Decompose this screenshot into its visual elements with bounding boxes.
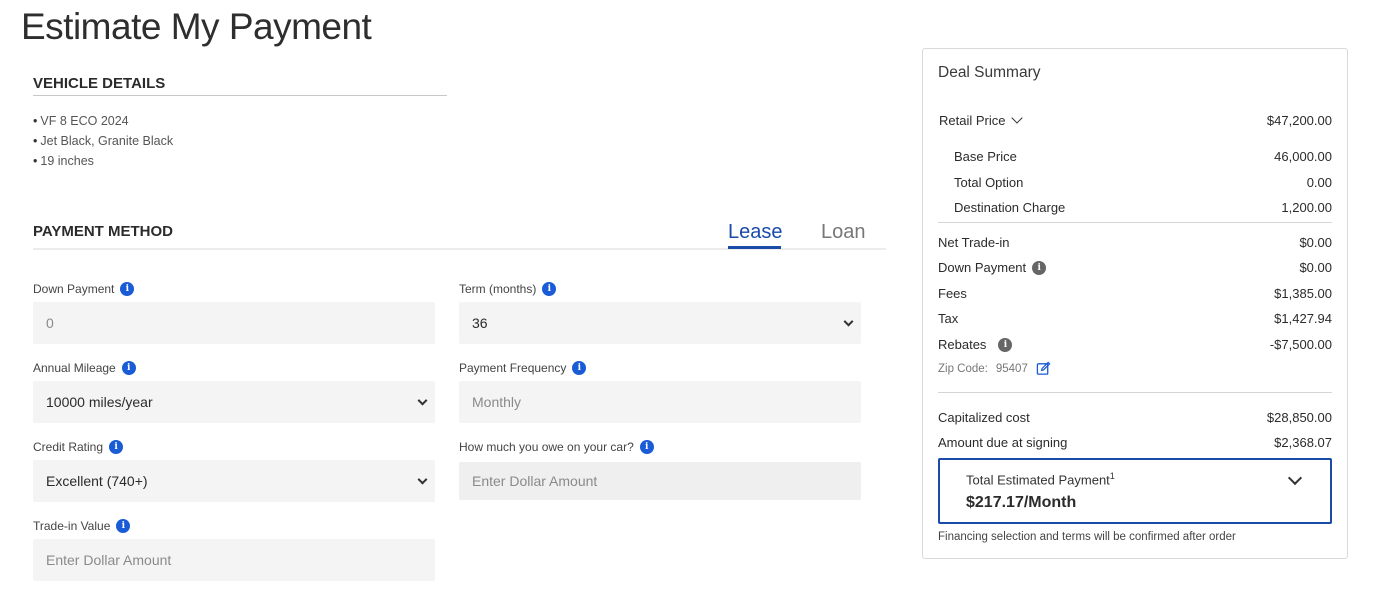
- vehicle-details-heading: VEHICLE DETAILS: [33, 75, 166, 92]
- chevron-down-icon: [417, 395, 428, 406]
- active-tab-indicator: [728, 246, 781, 249]
- deal-summary-card: Deal Summary Retail Price $47,200.00 Bas…: [922, 48, 1348, 559]
- rebates-row: Rebates i -$7,500.00: [938, 337, 1332, 352]
- chevron-down-icon[interactable]: [1011, 112, 1024, 124]
- total-payment-box[interactable]: Total Estimated Payment1 $217.17/Month: [938, 458, 1332, 524]
- rebates-label: Rebates: [938, 337, 987, 352]
- down-payment-input[interactable]: 0: [33, 302, 435, 344]
- info-icon[interactable]: i: [572, 361, 587, 375]
- down-payment-summary-label: Down Payment: [938, 260, 1027, 275]
- info-icon[interactable]: i: [116, 519, 131, 533]
- financing-footnote: Financing selection and terms will be co…: [938, 531, 1236, 543]
- tax-value: $1,427.94: [1274, 311, 1332, 326]
- tab-loan[interactable]: Loan: [821, 221, 866, 244]
- trade-in-label-text: Trade-in Value: [33, 519, 111, 533]
- payment-frequency-field: Monthly: [459, 381, 861, 423]
- deal-summary-title: Deal Summary: [938, 64, 1041, 81]
- fees-row: Fees $1,385.00: [938, 286, 1332, 301]
- info-icon[interactable]: i: [639, 440, 654, 454]
- info-icon[interactable]: i: [109, 440, 124, 454]
- edit-icon[interactable]: [1036, 361, 1051, 376]
- payment-frequency-label: Payment Frequency i: [459, 361, 587, 375]
- net-trade-in-row: Net Trade-in $0.00: [938, 235, 1332, 250]
- credit-rating-label: Credit Rating i: [33, 440, 124, 454]
- fees-value: $1,385.00: [1274, 286, 1332, 301]
- destination-charge-value: 1,200.00: [1281, 200, 1332, 215]
- credit-rating-select[interactable]: Excellent (740+): [33, 460, 435, 502]
- down-payment-label-text: Down Payment: [33, 282, 115, 296]
- owe-on-car-input[interactable]: Enter Dollar Amount: [459, 462, 861, 500]
- total-payment-value: $217.17/Month: [966, 494, 1077, 511]
- info-icon[interactable]: i: [542, 282, 557, 296]
- vehicle-model: VF 8 ECO 2024: [33, 111, 173, 131]
- total-option-label: Total Option: [954, 175, 1024, 190]
- info-icon[interactable]: i: [121, 361, 136, 375]
- term-label-text: Term (months): [459, 282, 537, 296]
- summary-divider: [938, 222, 1332, 223]
- info-icon[interactable]: i: [1032, 260, 1047, 275]
- owe-on-car-label-text: How much you owe on your car?: [459, 440, 634, 454]
- capitalized-cost-value: $28,850.00: [1266, 410, 1332, 425]
- total-payment-label-text: Total Estimated Payment: [966, 472, 1110, 488]
- info-icon[interactable]: i: [998, 337, 1013, 352]
- capitalized-cost-row: Capitalized cost $28,850.00: [938, 410, 1332, 425]
- annual-mileage-select[interactable]: 10000 miles/year: [33, 381, 435, 423]
- retail-price-row[interactable]: Retail Price $47,200.00: [938, 112, 1332, 128]
- destination-charge-label: Destination Charge: [954, 200, 1066, 215]
- chevron-down-icon: [417, 474, 428, 485]
- zip-code-row: Zip Code: 95407: [938, 361, 1051, 376]
- fees-label: Fees: [938, 286, 967, 301]
- payment-method-heading: PAYMENT METHOD: [33, 223, 174, 240]
- total-option-value: 0.00: [1306, 175, 1332, 190]
- owe-on-car-label: How much you owe on your car? i: [459, 440, 654, 454]
- destination-charge-row: Destination Charge 1,200.00: [938, 200, 1332, 215]
- annual-mileage-label-text: Annual Mileage: [33, 361, 116, 375]
- total-payment-label: Total Estimated Payment1: [966, 471, 1115, 487]
- term-label: Term (months) i: [459, 282, 557, 296]
- base-price-label: Base Price: [954, 149, 1017, 164]
- tax-row: Tax $1,427.94: [938, 311, 1332, 326]
- tax-label: Tax: [938, 311, 959, 326]
- net-trade-in-label: Net Trade-in: [938, 235, 1010, 250]
- total-option-row: Total Option 0.00: [938, 175, 1332, 190]
- down-payment-summary-value: $0.00: [1299, 260, 1332, 275]
- net-trade-in-value: $0.00: [1299, 235, 1332, 250]
- down-payment-label: Down Payment i: [33, 282, 135, 296]
- vehicle-color: Jet Black, Granite Black: [33, 131, 173, 151]
- chevron-down-icon: [843, 316, 854, 327]
- tab-lease[interactable]: Lease: [728, 221, 783, 244]
- retail-price-value: $47,200.00: [1266, 113, 1332, 128]
- term-select-value: 36: [472, 315, 488, 331]
- vehicle-details-divider: [33, 95, 447, 96]
- vehicle-details-list: VF 8 ECO 2024 Jet Black, Granite Black 1…: [33, 111, 173, 171]
- credit-rating-label-text: Credit Rating: [33, 440, 104, 454]
- footnote-mark: 1: [1109, 471, 1115, 481]
- credit-rating-select-value: Excellent (740+): [46, 473, 148, 489]
- down-payment-row: Down Payment i $0.00: [938, 260, 1332, 275]
- info-icon[interactable]: i: [120, 282, 135, 296]
- amount-due-row: Amount due at signing $2,368.07: [938, 435, 1332, 450]
- trade-in-input[interactable]: Enter Dollar Amount: [33, 539, 435, 581]
- capitalized-cost-label: Capitalized cost: [938, 410, 1030, 425]
- base-price-row: Base Price 46,000.00: [938, 149, 1332, 164]
- chevron-down-icon[interactable]: [1287, 470, 1303, 486]
- zip-code-label: Zip Code:: [938, 362, 988, 375]
- retail-price-label: Retail Price: [939, 113, 1006, 128]
- vehicle-wheels: 19 inches: [33, 151, 173, 171]
- rebates-value: -$7,500.00: [1269, 337, 1332, 352]
- term-select[interactable]: 36: [459, 302, 861, 344]
- amount-due-value: $2,368.07: [1274, 435, 1332, 450]
- annual-mileage-label: Annual Mileage i: [33, 361, 136, 375]
- zip-code-value: 95407: [995, 362, 1028, 375]
- payment-frequency-label-text: Payment Frequency: [459, 361, 567, 375]
- summary-divider: [938, 392, 1332, 393]
- base-price-value: 46,000.00: [1274, 149, 1332, 164]
- page-title: Estimate My Payment: [21, 6, 372, 47]
- annual-mileage-select-value: 10000 miles/year: [46, 394, 153, 410]
- trade-in-label: Trade-in Value i: [33, 519, 131, 533]
- amount-due-label: Amount due at signing: [938, 435, 1068, 450]
